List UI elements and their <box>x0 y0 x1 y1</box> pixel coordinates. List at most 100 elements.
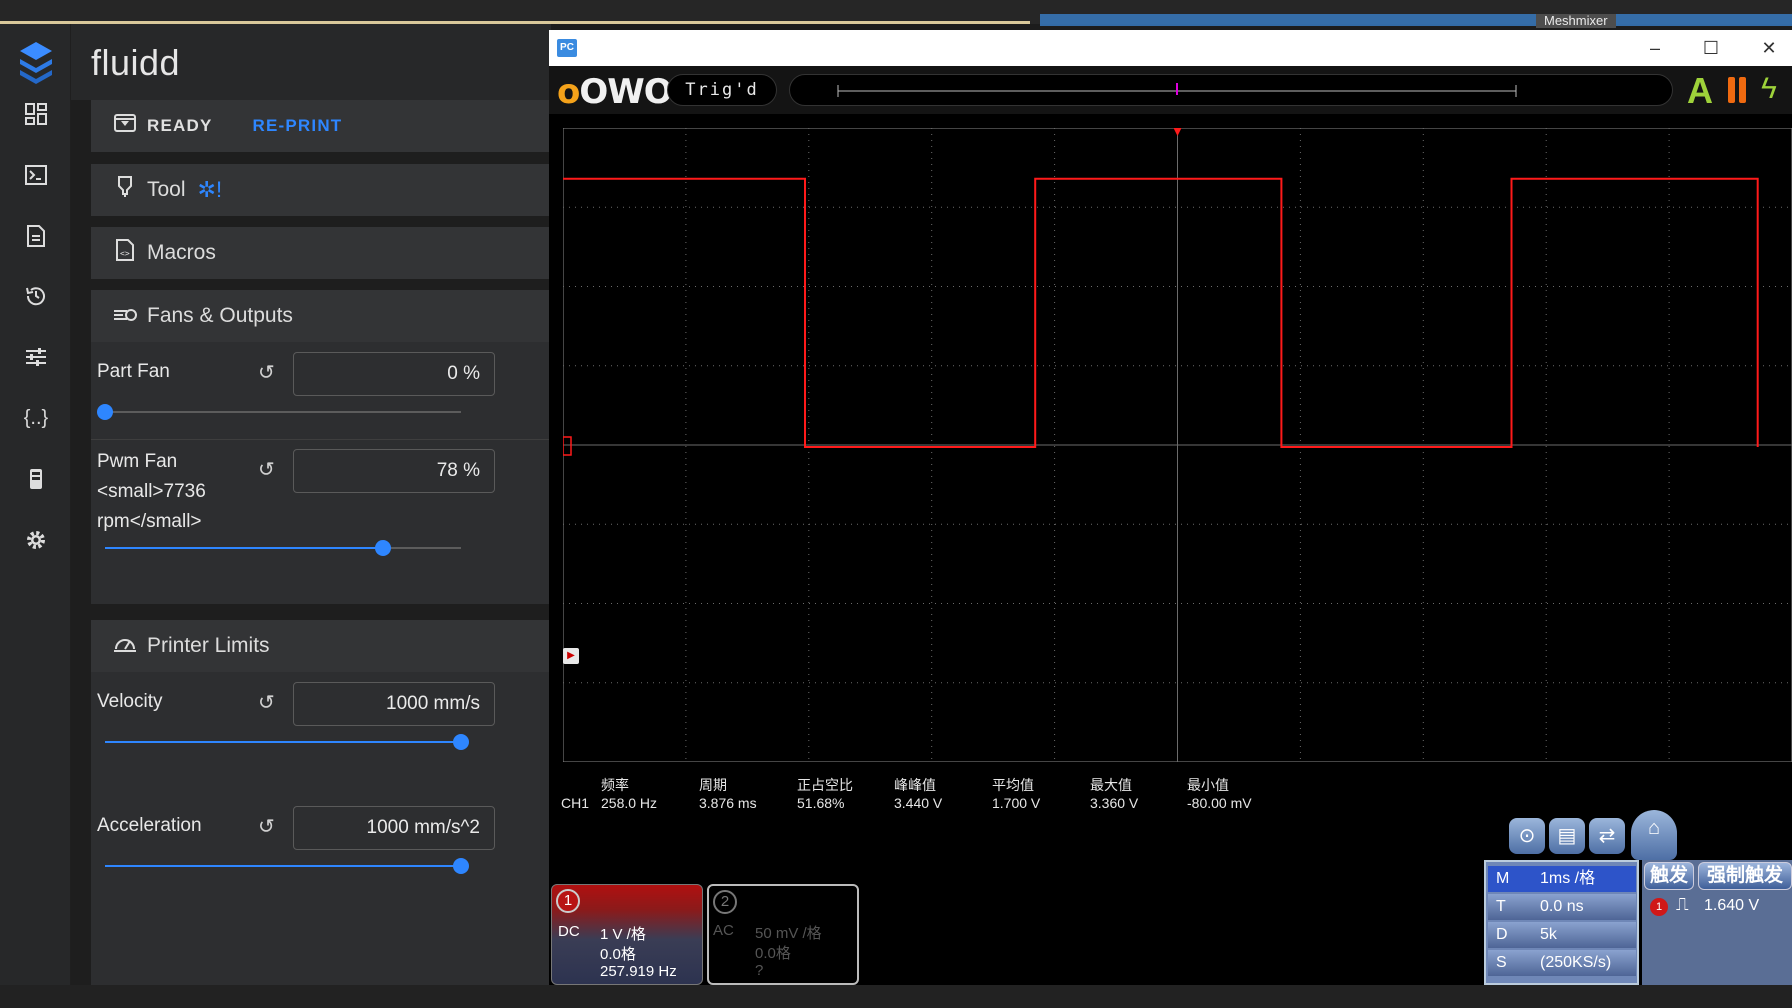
oscilloscope-window: PC – ☐ ✕ oOWON Trig'd A ϟ ▶ CH1 频率 258.0… <box>549 30 1792 985</box>
acceleration-reset-icon[interactable]: ↺ <box>258 814 275 839</box>
measurement-label: 平均值 <box>992 777 1034 793</box>
fluidd-logo-icon[interactable] <box>16 38 56 84</box>
velocity-reset-icon[interactable]: ↺ <box>258 690 275 715</box>
auto-set-icon[interactable]: A <box>1687 70 1713 112</box>
measurement-item: 周期 3.876 ms <box>699 776 757 812</box>
acceleration-label: Acceleration <box>97 815 202 836</box>
part-fan-value-input[interactable]: 0 % <box>293 352 495 396</box>
measurement-label: 峰峰值 <box>894 777 936 793</box>
part-fan-reset-icon[interactable]: ↺ <box>258 360 275 385</box>
macros-card-title: Macros <box>147 241 216 264</box>
home-icon[interactable]: ⌂ <box>1631 810 1677 860</box>
timebase-row-d[interactable]: D 5k <box>1488 922 1636 948</box>
ch2-panel[interactable]: 2 AC 50 mV /格 0.0格 ? <box>707 884 859 985</box>
time-position-bar[interactable] <box>789 74 1673 106</box>
velocity-slider-knob[interactable] <box>453 734 469 750</box>
ch2-number-badge: 2 <box>713 890 737 914</box>
part-fan-label: Part Fan <box>97 361 170 382</box>
console-icon[interactable] <box>20 159 52 191</box>
printer-3d-icon <box>111 112 139 140</box>
meas-channel-label: CH1 <box>561 795 590 811</box>
acceleration-slider-knob[interactable] <box>453 858 469 874</box>
part-fan-slider[interactable] <box>97 404 461 420</box>
pwm-fan-label: Pwm Fan <small>7736 rpm</small> <box>97 447 206 537</box>
tool-nozzle-icon <box>111 176 139 204</box>
lightning-icon[interactable]: ϟ <box>1761 72 1777 106</box>
pwm-fan-slider-knob[interactable] <box>374 540 391 556</box>
measure-icon[interactable]: ⊙ <box>1509 818 1545 854</box>
timebase-panel: M 1ms /格 T 0.0 ns D 5k S (250KS/s) <box>1484 860 1639 985</box>
window-titlebar[interactable]: PC – ☐ ✕ <box>549 30 1792 66</box>
history-icon[interactable] <box>20 280 52 312</box>
app-title: fluidd <box>91 42 181 83</box>
timebase-row-m[interactable]: M 1ms /格 <box>1488 866 1636 892</box>
timebase-key-s: S <box>1496 954 1507 971</box>
ch1-panel[interactable]: 1 DC 1 V /格 0.0格 257.919 Hz <box>551 884 703 985</box>
taskbar-item-meshmixer[interactable]: Meshmixer <box>1536 14 1616 28</box>
measurement-label: 周期 <box>699 777 727 793</box>
reprint-button[interactable]: RE-PRINT <box>253 116 343 136</box>
force-trigger-button[interactable]: 强制触发 <box>1698 862 1792 890</box>
tune-icon[interactable] <box>20 341 52 373</box>
bottom-strip <box>0 985 1792 1008</box>
timebase-key-t: T <box>1496 898 1506 915</box>
timebase-key-m: M <box>1496 870 1510 887</box>
pwm-fan-name: Pwm Fan <box>97 451 178 472</box>
pwm-fan-value-input[interactable]: 78 % <box>293 449 495 493</box>
ch2-offset: 0.0格 <box>755 945 791 962</box>
play-marker-icon[interactable]: ▶ <box>563 648 579 664</box>
ch2-scale: 50 mV /格 <box>755 925 822 942</box>
fluidd-header: fluidd <box>71 24 551 100</box>
velocity-value-input[interactable]: 1000 mm/s <box>293 682 495 726</box>
maximize-button[interactable]: ☐ <box>1691 36 1731 60</box>
measurement-value: 3.360 V <box>1090 795 1139 811</box>
trigger-button[interactable]: 触发 <box>1644 862 1694 890</box>
acceleration-slider[interactable] <box>105 858 469 874</box>
measurement-value: -80.00 mV <box>1187 795 1252 811</box>
pause-icon[interactable] <box>1726 76 1748 104</box>
measurement-item: 正占空比 51.68% <box>797 776 853 812</box>
settings-gear-icon[interactable] <box>20 524 52 556</box>
ch2-frequency: ? <box>755 962 764 979</box>
time-position-track <box>837 83 1517 97</box>
tool-card-title: Tool <box>147 178 186 201</box>
trigger-panel: 触发 强制触发 1 ⎍ 1.640 V <box>1642 860 1792 985</box>
printer-limits-card-header[interactable]: Printer Limits <box>91 620 551 672</box>
acceleration-slider-fill <box>105 865 461 867</box>
layout-switch-icon[interactable]: ⇄ <box>1589 818 1625 854</box>
timebase-value-d: 5k <box>1540 926 1557 943</box>
waveform-display[interactable] <box>563 128 1792 762</box>
scope-toolbar: oOWON Trig'd A ϟ <box>549 66 1792 114</box>
ch1-scale: 1 V /格 <box>600 926 646 943</box>
dashboard-icon[interactable] <box>20 98 52 130</box>
measurement-item: 平均值 1.700 V <box>992 776 1040 812</box>
configuration-braces-icon[interactable]: {..} <box>20 402 52 434</box>
part-fan-slider-knob[interactable] <box>97 404 113 420</box>
pwm-fan-slider[interactable] <box>105 540 461 556</box>
pwm-fan-rpm-line: <small>7736 <box>97 481 206 502</box>
velocity-slider[interactable] <box>105 734 469 750</box>
timebase-row-t[interactable]: T 0.0 ns <box>1488 894 1636 920</box>
system-device-icon[interactable] <box>20 463 52 495</box>
printer-limits-card-title: Printer Limits <box>147 634 270 657</box>
svg-text:<>: <> <box>120 249 130 258</box>
measurement-value: 51.68% <box>797 795 845 811</box>
fans-outputs-card-header[interactable]: Fans & Outputs <box>91 290 551 342</box>
tool-card-header[interactable]: Tool ✲! <box>91 164 551 216</box>
acceleration-value-input[interactable]: 1000 mm/s^2 <box>293 806 495 850</box>
timebase-value-t: 0.0 ns <box>1540 898 1584 915</box>
timebase-value-m: 1ms /格 <box>1540 870 1596 887</box>
close-button[interactable]: ✕ <box>1749 36 1789 60</box>
cooling-snowflake-icon: ✲! <box>197 177 223 202</box>
pwm-fan-slider-fill <box>105 547 383 549</box>
timebase-row-s[interactable]: S (250KS/s) <box>1488 950 1636 976</box>
measurement-value: 258.0 Hz <box>601 795 658 811</box>
ch1-coupling: DC <box>558 923 580 940</box>
jobs-icon[interactable] <box>20 220 52 252</box>
timebase-key-d: D <box>1496 926 1508 943</box>
minimize-button[interactable]: – <box>1635 36 1675 60</box>
fluidd-dashboard: READY RE-PRINT Tool ✲! <> Macros Fans & … <box>71 100 551 985</box>
macros-card-header[interactable]: <> Macros <box>91 227 551 279</box>
save-icon[interactable]: ▤ <box>1549 818 1585 854</box>
pwm-fan-reset-icon[interactable]: ↺ <box>258 457 275 482</box>
